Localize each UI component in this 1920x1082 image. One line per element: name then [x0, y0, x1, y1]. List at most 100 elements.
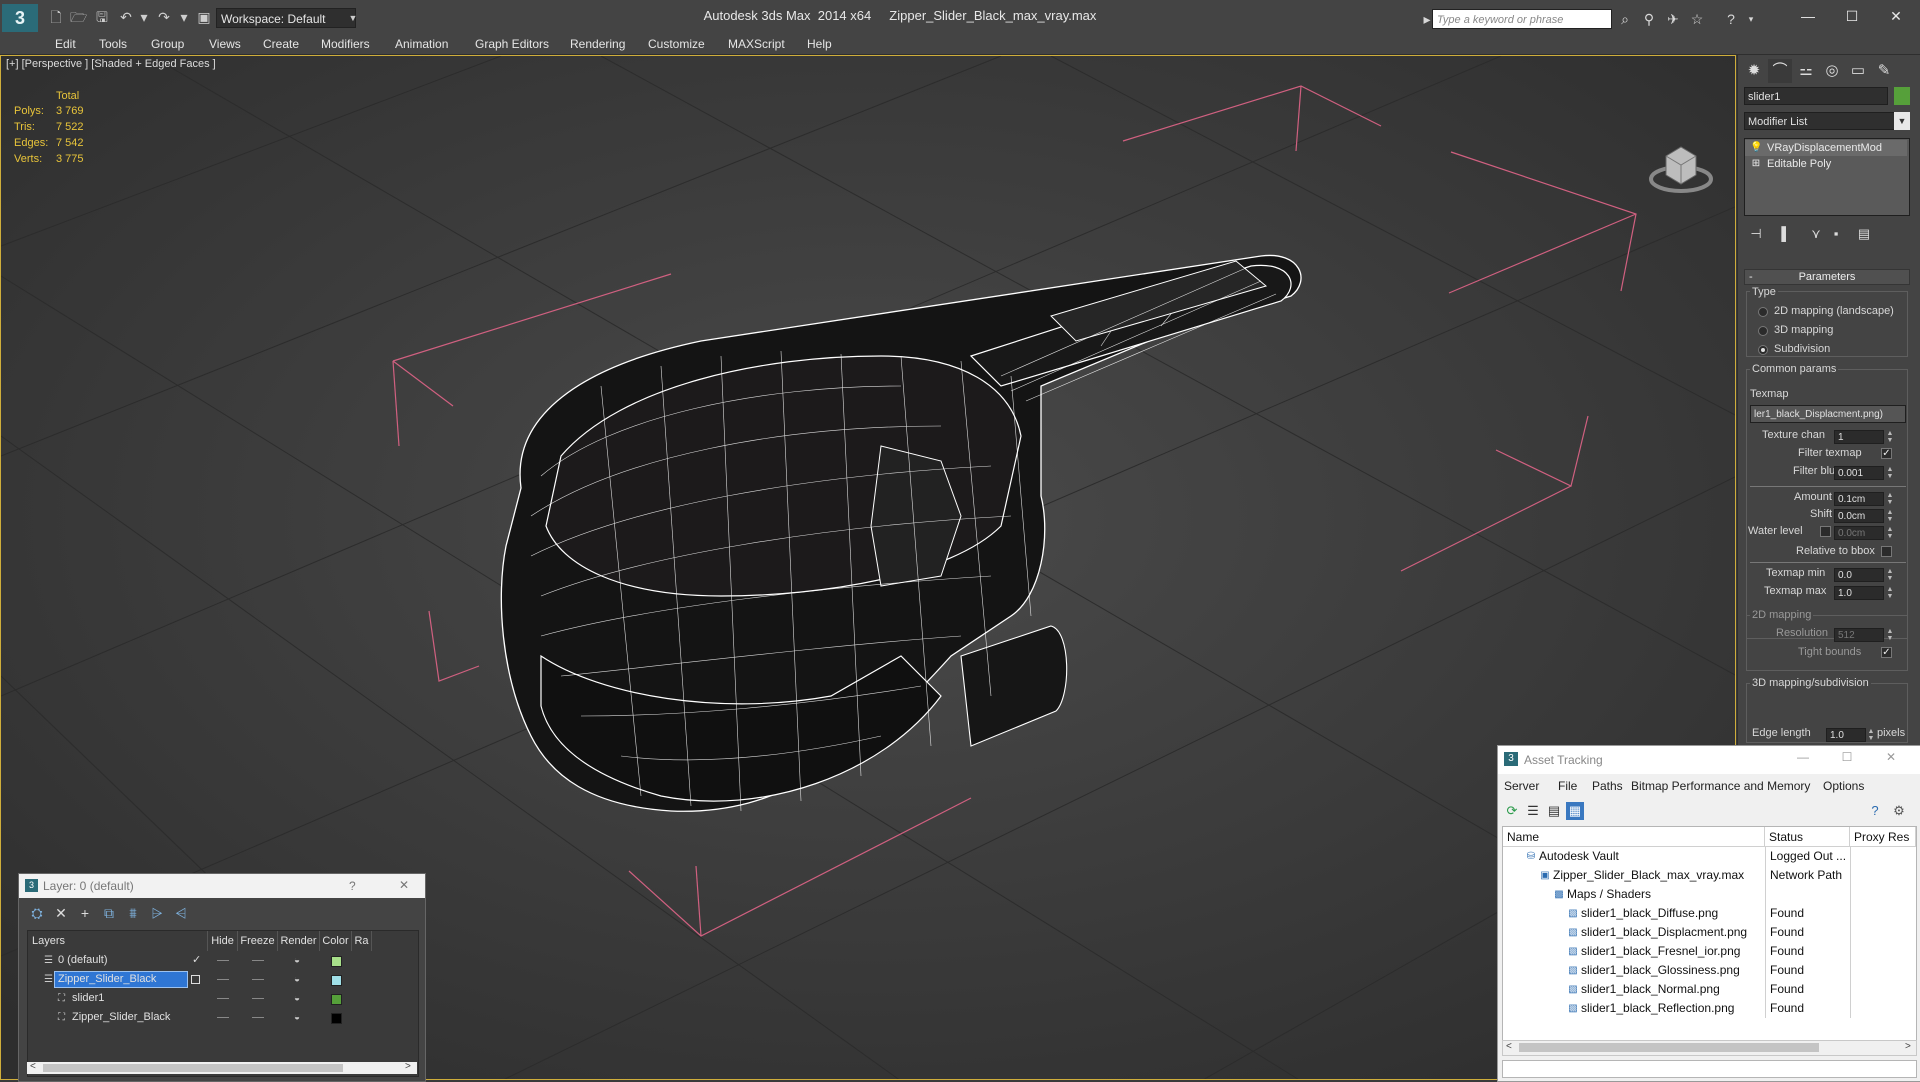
maximize-icon[interactable]: ☐ — [1830, 4, 1874, 28]
binoculars-icon[interactable]: ⌕ — [1616, 10, 1634, 28]
viewport-label[interactable]: [+] [Perspective ] [Shaded + Edged Faces… — [6, 58, 216, 70]
relative-to-bbox-checkbox[interactable] — [1881, 546, 1892, 557]
freeze-toggle[interactable] — [252, 960, 264, 961]
scroll-right-icon[interactable]: > — [1905, 1041, 1911, 1052]
column-header-name[interactable]: Name — [1503, 827, 1765, 847]
hide-toggle[interactable] — [217, 960, 229, 961]
asset-menu-file[interactable]: File — [1558, 779, 1577, 793]
render-teapot-icon[interactable]: ◒ — [294, 989, 300, 1008]
layer-color-swatch[interactable] — [331, 1013, 342, 1024]
filter-blur-field[interactable]: 0.001 — [1834, 466, 1884, 480]
list-view-icon[interactable]: ☰ — [1524, 802, 1542, 820]
layer-row[interactable]: ☰ Zipper_Slider_Black ◒ — [28, 970, 418, 989]
menu-graph-editors[interactable]: Graph Editors — [475, 34, 549, 54]
highlight-layer-icon[interactable]: ⩩ — [123, 904, 143, 922]
layer-color-swatch[interactable] — [331, 956, 342, 967]
asset-menu-paths[interactable]: Paths — [1592, 779, 1623, 793]
scrollbar-thumb[interactable] — [43, 1064, 343, 1072]
menu-create[interactable]: Create — [263, 34, 299, 54]
set-current-box[interactable] — [191, 975, 200, 984]
texture-chan-field[interactable]: 1 — [1834, 430, 1884, 444]
asset-path-field[interactable] — [1502, 1060, 1917, 1078]
pin-stack-icon[interactable]: ⊣ — [1746, 225, 1766, 243]
render-teapot-icon[interactable]: ◒ — [294, 1008, 300, 1027]
hide-toggle[interactable] — [217, 998, 229, 999]
app-logo-icon[interactable]: 3 — [2, 4, 38, 32]
object-name-field[interactable]: slider1 — [1744, 87, 1888, 105]
render-teapot-icon[interactable]: ◒ — [294, 951, 300, 970]
spinner-icon[interactable]: ▲ ▼ — [1886, 628, 1894, 642]
new-file-icon[interactable]: 🗋 — [48, 9, 64, 25]
column-header-status[interactable]: Status — [1765, 827, 1850, 847]
menu-views[interactable]: Views — [209, 34, 241, 54]
help-dropdown-icon[interactable]: ▾ — [1742, 10, 1760, 28]
tight-bounds-checkbox[interactable]: ✓ — [1881, 647, 1892, 658]
asset-menu-options[interactable]: Options — [1823, 779, 1864, 793]
menu-modifiers[interactable]: Modifiers — [321, 34, 370, 54]
filter-texmap-checkbox[interactable]: ✓ — [1881, 448, 1892, 459]
spinner-icon[interactable]: ▲ ▼ — [1886, 568, 1894, 582]
column-header-color[interactable]: Color — [320, 931, 352, 951]
scroll-left-icon[interactable]: < — [1506, 1041, 1512, 1052]
column-header-radiosity[interactable]: Ra — [352, 931, 372, 951]
column-header-hide[interactable]: Hide — [208, 931, 238, 951]
texmap-min-field[interactable]: 0.0 — [1834, 568, 1884, 582]
layer-color-swatch[interactable] — [331, 975, 342, 986]
scrollbar-thumb[interactable] — [1519, 1043, 1819, 1052]
redo-dropdown-icon[interactable]: ▾ — [176, 9, 192, 25]
chevron-down-icon[interactable]: ▼ — [346, 8, 360, 28]
create-layer-icon[interactable]: ⛭ — [27, 904, 47, 922]
menu-tools[interactable]: Tools — [99, 34, 127, 54]
refresh-icon[interactable]: ⟳ — [1503, 802, 1521, 820]
chevron-down-icon[interactable]: ▼ — [1894, 112, 1910, 130]
stack-item-vray-displacement[interactable]: 💡 VRayDisplacementMod — [1745, 140, 1907, 156]
asset-row[interactable]: ▧ slider1_black_Glossiness.png Found — [1503, 961, 1916, 980]
spinner-icon[interactable]: ▲ ▼ — [1886, 509, 1894, 523]
asset-row[interactable]: ▧ slider1_black_Normal.png Found — [1503, 980, 1916, 999]
minimize-icon[interactable]: — — [1786, 4, 1830, 28]
scroll-right-icon[interactable]: > — [405, 1061, 411, 1072]
column-header-layers[interactable]: Layers — [28, 931, 208, 951]
workspace-dropdown[interactable]: Workspace: Default — [216, 8, 356, 28]
render-teapot-icon[interactable]: ◒ — [294, 970, 300, 989]
spinner-icon[interactable]: ▲ ▼ — [1886, 526, 1894, 540]
hide-all-icon[interactable]: ⩥ — [147, 904, 167, 922]
add-to-layer-icon[interactable]: + — [75, 904, 95, 922]
stack-item-editable-poly[interactable]: ⊞ Editable Poly — [1745, 156, 1907, 172]
menu-group[interactable]: Group — [151, 34, 184, 54]
select-objects-icon[interactable]: ⧉ — [99, 904, 119, 922]
help-icon[interactable]: ? — [1722, 10, 1740, 28]
modify-tab-icon[interactable]: ⌒ — [1768, 59, 1792, 83]
minimize-icon[interactable]: — — [1788, 750, 1818, 764]
object-color-swatch[interactable] — [1894, 87, 1910, 105]
layer-manager-titlebar[interactable]: 3 Layer: 0 (default) ? ✕ — [19, 874, 425, 898]
menu-rendering[interactable]: Rendering — [570, 34, 625, 54]
layer-name[interactable]: slider1 — [72, 989, 104, 1008]
column-header-render[interactable]: Render — [278, 931, 320, 951]
spinner-icon[interactable]: ▲ ▼ — [1867, 728, 1875, 742]
spinner-icon[interactable]: ▲ ▼ — [1886, 586, 1894, 600]
layer-row[interactable]: ⛶ Zipper_Slider_Black ◒ — [28, 1008, 418, 1027]
spinner-icon[interactable]: ▲ ▼ — [1886, 430, 1894, 444]
maximize-icon[interactable]: ☐ — [1832, 750, 1862, 764]
modifier-list-dropdown[interactable]: Modifier List — [1744, 112, 1910, 130]
hierarchy-tab-icon[interactable]: ⚍ — [1794, 59, 1818, 83]
configure-sets-icon[interactable]: ▤ — [1854, 225, 1874, 243]
show-end-result-icon[interactable]: ▌ — [1776, 225, 1796, 243]
horizontal-scrollbar[interactable]: < > — [1502, 1040, 1917, 1056]
freeze-toggle[interactable] — [252, 998, 264, 999]
save-file-icon[interactable]: 🖫 — [94, 9, 110, 25]
edge-length-field[interactable]: 1.0 — [1826, 728, 1866, 742]
help-icon[interactable]: ? — [1866, 802, 1884, 820]
column-header-proxy-res[interactable]: Proxy Res — [1850, 827, 1916, 847]
asset-tracking-titlebar[interactable]: 3 Asset Tracking — ☐ ✕ — [1498, 746, 1920, 774]
spinner-icon[interactable]: ▲ ▼ — [1886, 466, 1894, 480]
close-icon[interactable]: ✕ — [1876, 750, 1906, 764]
plus-icon[interactable]: ⊞ — [1750, 158, 1762, 170]
water-level-field[interactable]: 0.0cm — [1834, 526, 1884, 540]
menu-customize[interactable]: Customize — [648, 34, 705, 54]
help-button[interactable]: ? — [349, 879, 356, 893]
asset-row[interactable]: ▧ slider1_black_Reflection.png Found — [1503, 999, 1916, 1018]
lightbulb-icon[interactable]: 💡 — [1750, 142, 1762, 154]
layer-name[interactable]: 0 (default) — [58, 951, 108, 970]
